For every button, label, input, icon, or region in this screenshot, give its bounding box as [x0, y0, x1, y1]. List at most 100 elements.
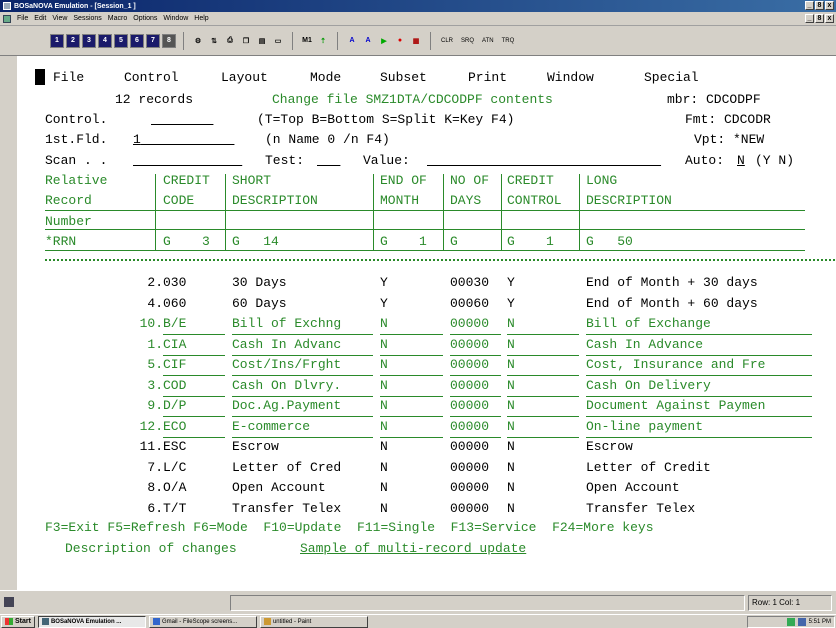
play-icon[interactable]: ▶	[377, 33, 391, 48]
display-icon[interactable]: ▭	[271, 33, 285, 48]
screen-menu-print[interactable]: Print	[468, 68, 507, 88]
session-4-button[interactable]: 4	[98, 33, 112, 48]
cell-code[interactable]: L/C	[163, 458, 186, 478]
cell-end-of-month[interactable]: N	[380, 437, 388, 457]
cell-end-of-month[interactable]: N	[380, 478, 388, 498]
cell-long-desc[interactable]: End of Month + 60 days	[586, 294, 758, 314]
cell-end-of-month[interactable]: N	[380, 376, 443, 397]
task-bosanova[interactable]: BOSaNOVA Emulation ...	[37, 615, 146, 628]
mdi-close-button[interactable]: x	[825, 14, 834, 23]
cell-credit-control[interactable]: N	[507, 335, 579, 356]
cell-end-of-month[interactable]: N	[380, 458, 388, 478]
clear-button[interactable]: CLR	[441, 38, 453, 44]
cell-end-of-month[interactable]: N	[380, 314, 443, 335]
cell-short-desc[interactable]: Cost/Ins/Frght	[232, 355, 373, 376]
cell-days[interactable]: 00000	[450, 314, 501, 335]
cell-long-desc[interactable]: Cash On Delivery	[586, 376, 812, 397]
control-input[interactable]	[151, 110, 213, 130]
tray-icon[interactable]	[786, 618, 795, 626]
macro-button[interactable]: M1	[300, 33, 314, 48]
cell-long-desc[interactable]: Cost, Insurance and Fre	[586, 355, 812, 376]
screen-menu-subset[interactable]: Subset	[380, 68, 427, 88]
cell-days[interactable]: 00000	[450, 499, 489, 519]
cell-days[interactable]: 00000	[450, 396, 501, 417]
function-keys[interactable]: F3=Exit F5=Refresh F6=Mode F10=Update F1…	[45, 518, 654, 538]
cell-short-desc[interactable]: Escrow	[232, 437, 279, 457]
cell-short-desc[interactable]: Cash On Dlvry.	[232, 376, 373, 397]
cell-code[interactable]: ESC	[163, 437, 186, 457]
cell-long-desc[interactable]: Open Account	[586, 478, 680, 498]
cell-code[interactable]: T/T	[163, 499, 186, 519]
cell-short-desc[interactable]: E-commerce	[232, 417, 373, 438]
cell-short-desc[interactable]: Letter of Cred	[232, 458, 341, 478]
screen-menu-file[interactable]: File	[53, 68, 84, 88]
start-button[interactable]: Start	[1, 615, 35, 628]
cell-code[interactable]: COD	[163, 376, 225, 397]
cell-credit-control[interactable]: Y	[507, 294, 515, 314]
connect-icon[interactable]: ⚙	[191, 33, 205, 48]
cell-credit-control[interactable]: N	[507, 355, 579, 376]
cell-credit-control[interactable]: N	[507, 499, 515, 519]
tray-icon[interactable]	[797, 618, 806, 626]
cell-short-desc[interactable]: 60 Days	[232, 294, 287, 314]
font-larger-icon[interactable]: A	[345, 33, 359, 48]
close-button[interactable]: x	[825, 1, 834, 10]
session-3-button[interactable]: 3	[82, 33, 96, 48]
stop-icon[interactable]: ●	[393, 33, 407, 48]
terminal-screen[interactable]: File Control Layout Mode Subset Print Wi…	[17, 56, 836, 590]
cell-code[interactable]: D/P	[163, 396, 225, 417]
minimize-button[interactable]: _	[805, 1, 814, 10]
cell-end-of-month[interactable]: N	[380, 417, 443, 438]
cell-end-of-month[interactable]: Y	[380, 273, 388, 293]
record-macro-icon[interactable]: ⇡	[316, 33, 330, 48]
cell-days[interactable]: 00000	[450, 355, 501, 376]
cell-credit-control[interactable]: Y	[507, 273, 515, 293]
sysreq-button[interactable]: SRQ	[461, 38, 474, 44]
cell-days[interactable]: 00030	[450, 273, 489, 293]
cell-credit-control[interactable]: N	[507, 417, 579, 438]
cell-code[interactable]: ECO	[163, 417, 225, 438]
session-5-button[interactable]: 5	[114, 33, 128, 48]
transfer-icon[interactable]: ⇅	[207, 33, 221, 48]
cell-credit-control[interactable]: N	[507, 458, 515, 478]
mdi-minimize-button[interactable]: _	[805, 14, 814, 23]
cell-code[interactable]: CIA	[163, 335, 225, 356]
cell-code[interactable]: 060	[163, 294, 186, 314]
cell-credit-control[interactable]: N	[507, 396, 579, 417]
session-6-button[interactable]: 6	[130, 33, 144, 48]
session-2-button[interactable]: 2	[66, 33, 80, 48]
test-input[interactable]	[317, 151, 340, 171]
first-field-input[interactable]: 1	[133, 130, 234, 150]
desc-input[interactable]: Sample of multi-record update	[300, 539, 792, 559]
cell-short-desc[interactable]: Transfer Telex	[232, 499, 341, 519]
screen-menu-window[interactable]: Window	[547, 68, 594, 88]
menu-macro[interactable]: Macro	[108, 15, 127, 22]
screen-menu-control[interactable]: Control	[124, 68, 179, 88]
maximize-button[interactable]: 8	[815, 1, 824, 10]
menu-help[interactable]: Help	[194, 15, 208, 22]
cell-long-desc[interactable]: Cash In Advance	[586, 335, 812, 356]
cell-credit-control[interactable]: N	[507, 376, 579, 397]
menu-options[interactable]: Options	[133, 15, 157, 22]
cell-days[interactable]: 00000	[450, 335, 501, 356]
task-paint[interactable]: untitled - Paint	[259, 615, 368, 628]
screen-menu-layout[interactable]: Layout	[221, 68, 268, 88]
cell-long-desc[interactable]: Document Against Paymen	[586, 396, 812, 417]
session-8-button[interactable]: 8	[162, 33, 176, 48]
cell-days[interactable]: 00000	[450, 376, 501, 397]
menu-sessions[interactable]: Sessions	[73, 15, 101, 22]
cell-long-desc[interactable]: Transfer Telex	[586, 499, 695, 519]
cell-days[interactable]: 00000	[450, 437, 489, 457]
cell-end-of-month[interactable]: N	[380, 499, 388, 519]
menu-window[interactable]: Window	[163, 15, 188, 22]
auto-input[interactable]: N	[737, 151, 745, 171]
cell-short-desc[interactable]: Doc.Ag.Payment	[232, 396, 373, 417]
cell-code[interactable]: B/E	[163, 314, 225, 335]
session-doc-icon[interactable]	[3, 14, 11, 23]
screen-menu-mode[interactable]: Mode	[310, 68, 341, 88]
cell-short-desc[interactable]: Cash In Advanc	[232, 335, 373, 356]
cell-long-desc[interactable]: Escrow	[586, 437, 633, 457]
screen-menu-special[interactable]: Special	[644, 68, 699, 88]
keyboard-icon[interactable]: ▤	[255, 33, 269, 48]
print-icon[interactable]: ⎙	[223, 33, 237, 48]
